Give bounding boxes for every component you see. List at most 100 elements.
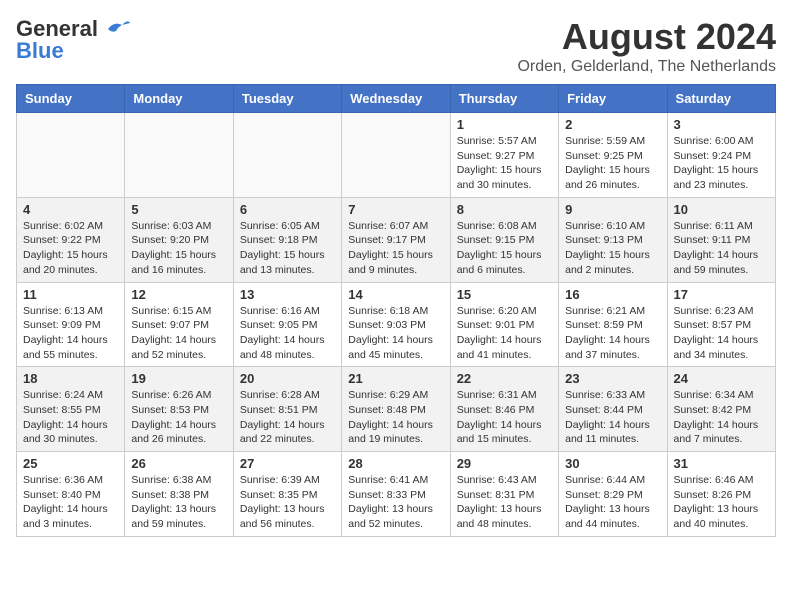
weekday-header-saturday: Saturday xyxy=(667,85,775,113)
weekday-header-monday: Monday xyxy=(125,85,233,113)
day-info: Sunrise: 6:16 AM Sunset: 9:05 PM Dayligh… xyxy=(240,304,335,363)
day-number: 19 xyxy=(131,371,226,386)
day-info: Sunrise: 6:29 AM Sunset: 8:48 PM Dayligh… xyxy=(348,388,443,447)
weekday-header-wednesday: Wednesday xyxy=(342,85,450,113)
day-number: 9 xyxy=(565,202,660,217)
logo-bird-icon xyxy=(100,17,130,41)
calendar-cell: 18Sunrise: 6:24 AM Sunset: 8:55 PM Dayli… xyxy=(17,367,125,452)
day-number: 8 xyxy=(457,202,552,217)
weekday-header-sunday: Sunday xyxy=(17,85,125,113)
day-info: Sunrise: 6:34 AM Sunset: 8:42 PM Dayligh… xyxy=(674,388,769,447)
day-number: 13 xyxy=(240,287,335,302)
day-info: Sunrise: 6:39 AM Sunset: 8:35 PM Dayligh… xyxy=(240,473,335,532)
logo-blue: Blue xyxy=(16,38,64,64)
calendar-cell: 10Sunrise: 6:11 AM Sunset: 9:11 PM Dayli… xyxy=(667,197,775,282)
calendar-cell: 9 Sunrise: 6:10 AM Sunset: 9:13 PM Daylig… xyxy=(559,197,667,282)
calendar-cell: 21 Sunrise: 6:29 AM Sunset: 8:48 PM Dayli… xyxy=(342,367,450,452)
calendar-table: SundayMondayTuesdayWednesdayThursdayFrid… xyxy=(16,84,776,537)
day-info: Sunrise: 6:18 AM Sunset: 9:03 PM Dayligh… xyxy=(348,304,443,363)
day-number: 25 xyxy=(23,456,118,471)
day-info: Sunrise: 6:00 AM Sunset: 9:24 PM Dayligh… xyxy=(674,134,769,193)
calendar-cell xyxy=(17,113,125,198)
day-number: 20 xyxy=(240,371,335,386)
day-info: Sunrise: 6:02 AM Sunset: 9:22 PM Dayligh… xyxy=(23,219,118,278)
day-info: Sunrise: 6:26 AM Sunset: 8:53 PM Dayligh… xyxy=(131,388,226,447)
calendar-cell: 7 Sunrise: 6:07 AM Sunset: 9:17 PM Daylig… xyxy=(342,197,450,282)
day-info: Sunrise: 6:24 AM Sunset: 8:55 PM Dayligh… xyxy=(23,388,118,447)
calendar-cell: 8 Sunrise: 6:08 AM Sunset: 9:15 PM Daylig… xyxy=(450,197,558,282)
day-number: 15 xyxy=(457,287,552,302)
logo: General Blue xyxy=(16,16,132,64)
calendar-cell: 14Sunrise: 6:18 AM Sunset: 9:03 PM Dayli… xyxy=(342,282,450,367)
title-block: August 2024 Orden, Gelderland, The Nethe… xyxy=(517,16,776,76)
day-number: 4 xyxy=(23,202,118,217)
day-info: Sunrise: 6:23 AM Sunset: 8:57 PM Dayligh… xyxy=(674,304,769,363)
calendar-header-row: SundayMondayTuesdayWednesdayThursdayFrid… xyxy=(17,85,776,113)
calendar-cell: 28 Sunrise: 6:41 AM Sunset: 8:33 PM Dayli… xyxy=(342,452,450,537)
calendar-cell: 26Sunrise: 6:38 AM Sunset: 8:38 PM Dayli… xyxy=(125,452,233,537)
page-header: General Blue August 2024 Orden, Gelderla… xyxy=(16,16,776,76)
day-info: Sunrise: 6:31 AM Sunset: 8:46 PM Dayligh… xyxy=(457,388,552,447)
day-info: Sunrise: 6:43 AM Sunset: 8:31 PM Dayligh… xyxy=(457,473,552,532)
day-info: Sunrise: 6:21 AM Sunset: 8:59 PM Dayligh… xyxy=(565,304,660,363)
day-number: 26 xyxy=(131,456,226,471)
weekday-header-tuesday: Tuesday xyxy=(233,85,341,113)
calendar-week-row: 11Sunrise: 6:13 AM Sunset: 9:09 PM Dayli… xyxy=(17,282,776,367)
calendar-cell: 3 Sunrise: 6:00 AM Sunset: 9:24 PM Daylig… xyxy=(667,113,775,198)
calendar-cell: 16Sunrise: 6:21 AM Sunset: 8:59 PM Dayli… xyxy=(559,282,667,367)
calendar-cell: 15Sunrise: 6:20 AM Sunset: 9:01 PM Dayli… xyxy=(450,282,558,367)
day-number: 12 xyxy=(131,287,226,302)
calendar-cell: 5Sunrise: 6:03 AM Sunset: 9:20 PM Daylig… xyxy=(125,197,233,282)
calendar-cell: 24 Sunrise: 6:34 AM Sunset: 8:42 PM Dayli… xyxy=(667,367,775,452)
calendar-cell: 20Sunrise: 6:28 AM Sunset: 8:51 PM Dayli… xyxy=(233,367,341,452)
day-number: 10 xyxy=(674,202,769,217)
day-number: 2 xyxy=(565,117,660,132)
day-info: Sunrise: 6:13 AM Sunset: 9:09 PM Dayligh… xyxy=(23,304,118,363)
calendar-week-row: 25 Sunrise: 6:36 AM Sunset: 8:40 PM Dayli… xyxy=(17,452,776,537)
day-info: Sunrise: 6:05 AM Sunset: 9:18 PM Dayligh… xyxy=(240,219,335,278)
day-info: Sunrise: 6:33 AM Sunset: 8:44 PM Dayligh… xyxy=(565,388,660,447)
day-info: Sunrise: 6:08 AM Sunset: 9:15 PM Dayligh… xyxy=(457,219,552,278)
day-number: 27 xyxy=(240,456,335,471)
calendar-week-row: 1 Sunrise: 5:57 AM Sunset: 9:27 PM Daylig… xyxy=(17,113,776,198)
calendar-cell: 29 Sunrise: 6:43 AM Sunset: 8:31 PM Dayli… xyxy=(450,452,558,537)
calendar-cell: 4 Sunrise: 6:02 AM Sunset: 9:22 PM Daylig… xyxy=(17,197,125,282)
day-number: 23 xyxy=(565,371,660,386)
day-info: Sunrise: 6:15 AM Sunset: 9:07 PM Dayligh… xyxy=(131,304,226,363)
day-number: 7 xyxy=(348,202,443,217)
weekday-header-thursday: Thursday xyxy=(450,85,558,113)
day-number: 29 xyxy=(457,456,552,471)
day-number: 21 xyxy=(348,371,443,386)
day-info: Sunrise: 5:57 AM Sunset: 9:27 PM Dayligh… xyxy=(457,134,552,193)
calendar-cell: 25 Sunrise: 6:36 AM Sunset: 8:40 PM Dayli… xyxy=(17,452,125,537)
day-number: 1 xyxy=(457,117,552,132)
day-info: Sunrise: 6:10 AM Sunset: 9:13 PM Dayligh… xyxy=(565,219,660,278)
day-number: 24 xyxy=(674,371,769,386)
day-info: Sunrise: 6:03 AM Sunset: 9:20 PM Dayligh… xyxy=(131,219,226,278)
calendar-cell: 6 Sunrise: 6:05 AM Sunset: 9:18 PM Daylig… xyxy=(233,197,341,282)
calendar-cell: 23 Sunrise: 6:33 AM Sunset: 8:44 PM Dayli… xyxy=(559,367,667,452)
day-info: Sunrise: 5:59 AM Sunset: 9:25 PM Dayligh… xyxy=(565,134,660,193)
weekday-header-friday: Friday xyxy=(559,85,667,113)
calendar-cell: 2 Sunrise: 5:59 AM Sunset: 9:25 PM Daylig… xyxy=(559,113,667,198)
calendar-week-row: 18Sunrise: 6:24 AM Sunset: 8:55 PM Dayli… xyxy=(17,367,776,452)
day-number: 6 xyxy=(240,202,335,217)
day-info: Sunrise: 6:46 AM Sunset: 8:26 PM Dayligh… xyxy=(674,473,769,532)
day-info: Sunrise: 6:44 AM Sunset: 8:29 PM Dayligh… xyxy=(565,473,660,532)
calendar-cell xyxy=(233,113,341,198)
day-info: Sunrise: 6:41 AM Sunset: 8:33 PM Dayligh… xyxy=(348,473,443,532)
month-year-title: August 2024 xyxy=(517,16,776,58)
day-info: Sunrise: 6:07 AM Sunset: 9:17 PM Dayligh… xyxy=(348,219,443,278)
calendar-cell: 31Sunrise: 6:46 AM Sunset: 8:26 PM Dayli… xyxy=(667,452,775,537)
day-number: 28 xyxy=(348,456,443,471)
calendar-cell: 13 Sunrise: 6:16 AM Sunset: 9:05 PM Dayli… xyxy=(233,282,341,367)
day-number: 3 xyxy=(674,117,769,132)
calendar-cell: 19 Sunrise: 6:26 AM Sunset: 8:53 PM Dayli… xyxy=(125,367,233,452)
calendar-cell: 27 Sunrise: 6:39 AM Sunset: 8:35 PM Dayli… xyxy=(233,452,341,537)
day-info: Sunrise: 6:36 AM Sunset: 8:40 PM Dayligh… xyxy=(23,473,118,532)
calendar-week-row: 4 Sunrise: 6:02 AM Sunset: 9:22 PM Daylig… xyxy=(17,197,776,282)
day-number: 30 xyxy=(565,456,660,471)
calendar-cell: 17Sunrise: 6:23 AM Sunset: 8:57 PM Dayli… xyxy=(667,282,775,367)
calendar-cell: 11Sunrise: 6:13 AM Sunset: 9:09 PM Dayli… xyxy=(17,282,125,367)
calendar-cell xyxy=(342,113,450,198)
